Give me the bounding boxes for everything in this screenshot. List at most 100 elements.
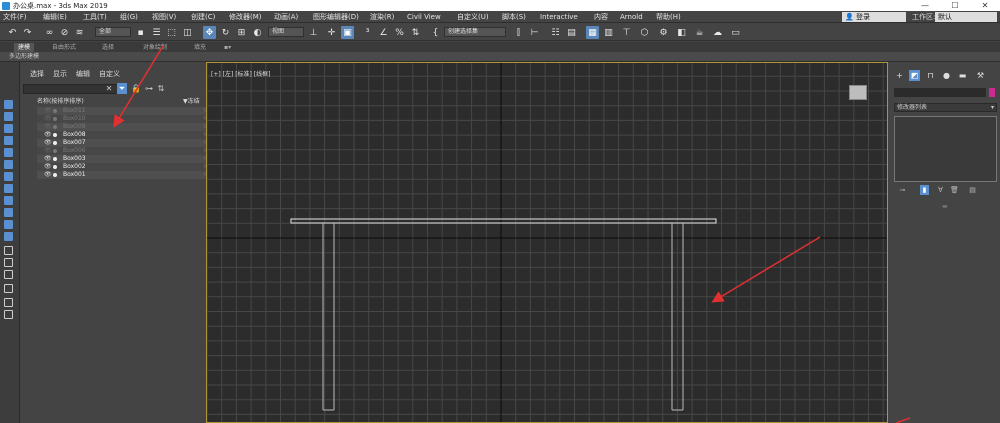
display-xrefs-icon[interactable] [4, 184, 13, 193]
percent-snap-icon[interactable]: % [393, 26, 406, 39]
align-icon[interactable]: ⊢ [528, 26, 541, 39]
snaps-toggle-icon[interactable]: ³ [361, 26, 374, 39]
lock-icon[interactable]: 🔒 [131, 83, 141, 94]
list-item[interactable]: 👁Box001❄ [37, 171, 223, 179]
display-bones-icon[interactable] [4, 196, 13, 205]
menu-create[interactable]: 创建(C) [191, 11, 215, 23]
motion-tab-icon[interactable]: ● [941, 70, 952, 81]
undo-icon[interactable]: ↶ [6, 26, 19, 39]
column-name-header[interactable]: 名称(按排序排序) [37, 98, 84, 105]
menu-rendering[interactable]: 渲染(R) [370, 11, 394, 23]
login-button[interactable]: 👤 登录 [842, 12, 906, 22]
menu-content[interactable]: 内容 [594, 11, 608, 23]
maximize-button[interactable]: ☐ [940, 0, 970, 11]
menu-interactive[interactable]: Interactive [540, 11, 578, 23]
toggle-scene-explorer-icon[interactable]: ☷ [549, 26, 562, 39]
curve-editor-icon[interactable]: ▥ [602, 26, 615, 39]
display-shapes-icon[interactable] [4, 112, 13, 121]
desk-top-object[interactable] [290, 218, 717, 224]
display-helpers-icon[interactable] [4, 148, 13, 157]
edit-named-selection-icon[interactable]: { [429, 26, 442, 39]
ribbon-tab-object-paint[interactable]: 对象绘制 [139, 43, 171, 52]
bind-space-warp-icon[interactable]: ≋ [73, 26, 86, 39]
list-item[interactable]: 👁Box008❄ [37, 131, 223, 139]
spinner-snap-icon[interactable]: ⇅ [409, 26, 422, 39]
sync-selection-icon[interactable] [4, 284, 13, 293]
visibility-eye-icon[interactable]: 👁 [44, 171, 52, 179]
display-space-warps-icon[interactable] [4, 160, 13, 169]
list-item[interactable]: 👁Box006❄ [37, 147, 223, 155]
filter-toggle-icon[interactable]: ⏷ [117, 83, 127, 94]
menu-views[interactable]: 视图(V) [152, 11, 176, 23]
modifier-list-dropdown[interactable]: 修改器列表 ▾ [894, 103, 997, 112]
remove-modifier-icon[interactable]: 🗑 [950, 185, 959, 195]
display-none-icon[interactable] [4, 258, 13, 267]
redo-icon[interactable]: ↷ [21, 26, 34, 39]
placement-icon[interactable]: ◐ [251, 26, 264, 39]
ribbon-tab-selection[interactable]: 选择 [98, 43, 118, 52]
move-icon[interactable]: ✥ [203, 26, 216, 39]
window-crossing-icon[interactable]: ◫ [181, 26, 194, 39]
pin-stack-icon[interactable]: ⊸ [898, 185, 907, 195]
ribbon-options-icon[interactable]: ▪▾ [220, 43, 235, 52]
render-in-cloud-icon[interactable]: ☁ [711, 26, 724, 39]
rotate-icon[interactable]: ↻ [219, 26, 232, 39]
menu-graph-editors[interactable]: 图形编辑器(D) [313, 11, 359, 23]
menu-animation[interactable]: 动画(A) [274, 11, 298, 23]
rectangle-selection-icon[interactable]: ⬚ [165, 26, 178, 39]
display-all-icon[interactable] [4, 246, 13, 255]
display-containers-icon[interactable] [4, 208, 13, 217]
menu-help[interactable]: 帮助(H) [656, 11, 681, 23]
utilities-tab-icon[interactable]: ⚒ [975, 70, 986, 81]
clear-search-icon[interactable]: ✕ [104, 83, 114, 94]
display-tab-icon[interactable]: ▬ [957, 70, 968, 81]
open-a360-gallery-icon[interactable]: ▭ [729, 26, 742, 39]
menu-civil-view[interactable]: Civil View [407, 11, 441, 23]
schematic-view-icon[interactable]: ⊤ [620, 26, 633, 39]
toggle-layer-explorer-icon[interactable]: ▤ [565, 26, 578, 39]
visibility-eye-icon[interactable]: 👁 [44, 123, 52, 131]
keyboard-shortcut-override-icon[interactable]: ▣ [341, 26, 354, 39]
ribbon-panel-title[interactable]: 多边形建模 [9, 52, 39, 62]
list-item[interactable]: 👁Box007❄ [37, 139, 223, 147]
mirror-icon[interactable]: ⫿ [512, 26, 525, 39]
visibility-eye-icon[interactable]: 👁 [44, 131, 52, 139]
menu-arnold[interactable]: Arnold [620, 11, 643, 23]
menu-edit[interactable]: 编辑(E) [43, 11, 67, 23]
rendered-frame-window-icon[interactable]: ◧ [675, 26, 688, 39]
link-icon[interactable]: ∞ [43, 26, 56, 39]
create-tab-icon[interactable]: + [894, 70, 905, 81]
display-frozen-icon[interactable] [4, 220, 13, 229]
menu-file[interactable]: 文件(F) [3, 11, 27, 23]
configure-modifier-sets-icon[interactable]: ▤ [968, 185, 977, 195]
column-freeze-header[interactable]: ▼冻结 [183, 98, 200, 106]
menu-scripting[interactable]: 脚本(S) [502, 11, 526, 23]
ribbon-tab-freeform[interactable]: 自由形式 [48, 43, 80, 52]
unlink-icon[interactable]: ⊘ [58, 26, 71, 39]
object-name-field[interactable] [894, 88, 986, 97]
hierarchy-tab-icon[interactable]: ⊓ [925, 70, 936, 81]
menu-tools[interactable]: 工具(T) [83, 11, 107, 23]
menu-group[interactable]: 组(G) [120, 11, 138, 23]
display-lights-icon[interactable] [4, 124, 13, 133]
display-invert-icon[interactable] [4, 270, 13, 279]
list-item[interactable]: 👁Box011❄ [37, 107, 223, 115]
hierarchy-icon[interactable]: ⊶ [144, 83, 154, 94]
display-hidden-icon[interactable] [4, 232, 13, 241]
visibility-eye-icon[interactable]: 👁 [44, 147, 52, 155]
visibility-eye-icon[interactable]: 👁 [44, 139, 52, 147]
make-unique-icon[interactable]: ∀ [936, 185, 945, 195]
toggle-ribbon-icon[interactable]: ▦ [586, 26, 599, 39]
select-by-name-icon[interactable]: ☰ [150, 26, 163, 39]
object-color-swatch[interactable] [989, 88, 995, 97]
modify-tab-icon[interactable]: ◩ [909, 70, 920, 81]
minimize-button[interactable]: — [910, 0, 940, 11]
visibility-eye-icon[interactable]: 👁 [44, 107, 52, 115]
filter-icon[interactable] [4, 298, 13, 307]
list-item[interactable]: 👁Box003❄ [37, 155, 223, 163]
named-selection-dropdown[interactable]: 创建选择集 [444, 27, 506, 37]
workspace-dropdown[interactable]: 默认 [935, 12, 997, 22]
display-geometry-icon[interactable] [4, 100, 13, 109]
explorer-menu-customize[interactable]: 自定义 [99, 69, 120, 79]
material-editor-icon[interactable]: ⬡ [638, 26, 651, 39]
